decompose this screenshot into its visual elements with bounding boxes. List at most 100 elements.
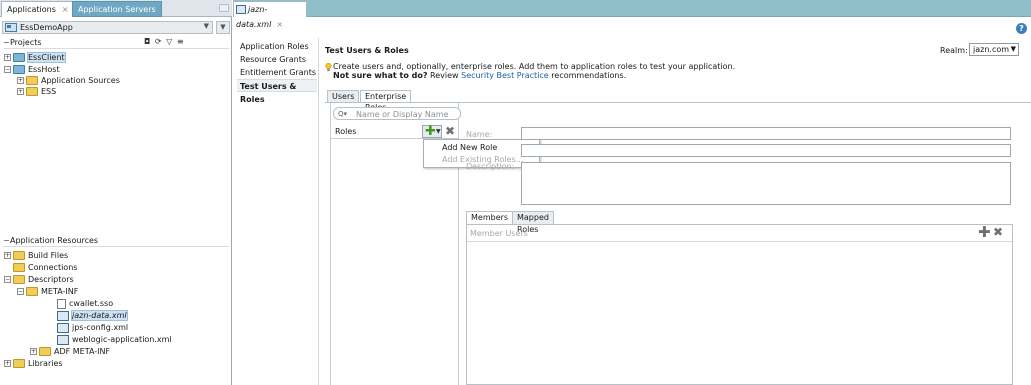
page-title: Test Users & Roles [325, 46, 409, 55]
help-icon[interactable]: ? [1016, 23, 1027, 34]
collapse-icon: − [3, 38, 10, 47]
menu-item-add-new-role[interactable]: Add New Role [442, 143, 497, 152]
folder-icon [26, 87, 38, 96]
expand-icon[interactable]: + [17, 77, 24, 84]
best-practice-hint: Not sure what to do? Review Security Bes… [333, 71, 626, 80]
tree-node-esshost[interactable]: − EssHost [4, 64, 60, 75]
xml-file-icon [57, 334, 69, 345]
add-icon: ✚ [425, 124, 436, 139]
chevron-down-icon: ▼ [1010, 45, 1016, 53]
tree-node-jps-config[interactable]: jps-config.xml [57, 322, 128, 333]
tab-jazn-data-xml[interactable]: jazn-data.xml × [233, 1, 307, 29]
tree-node-connections[interactable]: Connections [13, 262, 77, 273]
tree-node-label: ESS [41, 87, 57, 96]
tab-applications[interactable]: Applications × [1, 1, 75, 17]
tree-node-meta-inf[interactable]: − META-INF [17, 286, 78, 297]
lightbulb-icon [325, 63, 332, 72]
realm-select-value: jazn.com [973, 45, 1010, 54]
divider [3, 48, 229, 49]
tab-application-servers[interactable]: Application Servers [72, 1, 162, 17]
xml-file-icon [236, 5, 246, 14]
tree-node-label: jazn-data.xml [71, 310, 128, 321]
tree-node-essclient[interactable]: + EssClient [4, 52, 66, 63]
role-display-name-field[interactable] [521, 144, 1011, 157]
tree-node-ess[interactable]: + ESS [17, 86, 56, 97]
folder-icon [39, 347, 51, 356]
collapse-icon[interactable]: − [4, 66, 11, 73]
minimize-icon[interactable] [219, 4, 229, 12]
add-member-button[interactable]: ✚ [978, 223, 991, 241]
add-role-button[interactable]: ✚ ▼ [422, 124, 442, 139]
role-search-placeholder: Name or Display Name [356, 110, 449, 119]
tree-node-jazn-data[interactable]: jazn-data.xml [57, 310, 128, 321]
tree-node-label: META-INF [41, 287, 79, 296]
sync-icon[interactable]: ⟳ [155, 37, 163, 46]
xml-file-icon [57, 322, 69, 333]
nav-item-test-users-roles[interactable]: Test Users & Roles [237, 79, 317, 104]
collapse-icon[interactable]: − [4, 276, 11, 283]
hint-text: Review [430, 71, 459, 80]
expand-icon[interactable]: + [4, 54, 11, 61]
close-icon[interactable]: × [276, 20, 283, 29]
member-users-header: Member Users [470, 229, 528, 238]
hint-bold: Not sure what to do? [333, 71, 428, 80]
folder-icon [26, 76, 38, 85]
role-description-field[interactable] [521, 162, 1011, 205]
projects-header-label: Projects [10, 38, 42, 47]
collapse-icon[interactable]: − [17, 288, 24, 295]
close-icon[interactable]: × [62, 5, 69, 14]
tree-node-application-sources[interactable]: + Application Sources [17, 75, 120, 86]
project-icon [13, 65, 25, 74]
realm-label: Realm: [940, 46, 968, 55]
expand-icon[interactable]: + [30, 348, 37, 355]
divider [467, 241, 1012, 242]
security-best-practice-link[interactable]: Security Best Practice [461, 71, 549, 80]
tab-application-servers-label: Application Servers [78, 5, 156, 14]
tab-mapped-roles[interactable]: Mapped Roles [512, 211, 554, 234]
application-selector[interactable]: EssDemoApp ▼ [2, 21, 213, 34]
expand-icon[interactable]: + [4, 360, 11, 367]
role-search-input[interactable]: Q▾ Name or Display Name [333, 107, 461, 120]
projects-toolbar: ◘ ⟳ ▽ ≡ [144, 37, 185, 46]
tree-node-weblogic-application[interactable]: weblogic-application.xml [57, 334, 172, 345]
realm-select[interactable]: jazn.com ▼ [969, 43, 1019, 56]
section-nav: Application Roles Resource Grants Entitl… [237, 40, 317, 104]
tree-node-descriptors[interactable]: − Descriptors [4, 274, 74, 285]
tab-members[interactable]: Members [466, 211, 514, 224]
nav-item-resource-grants[interactable]: Resource Grants [237, 53, 317, 66]
editor-tab-bar: jazn-data.xml × [233, 0, 1031, 29]
search-icon: Q▾ [338, 110, 348, 118]
hint-suffix: recommendations. [551, 71, 627, 80]
menu-icon[interactable]: ≡ [177, 37, 185, 46]
application-resources-header[interactable]: −Application Resources [3, 235, 98, 246]
chevron-down-icon: ▼ [203, 22, 209, 30]
name-label: Name: [466, 130, 493, 139]
tree-node-libraries[interactable]: + Libraries [4, 358, 63, 369]
projects-section-header[interactable]: −Projects [3, 37, 42, 48]
application-menu-button[interactable]: ▼ [216, 21, 230, 34]
tree-node-cwallet[interactable]: cwallet.sso [57, 298, 113, 309]
nav-item-application-roles[interactable]: Application Roles [237, 40, 317, 53]
role-name-field[interactable] [521, 127, 1011, 140]
tree-node-label: EssHost [28, 65, 60, 74]
tab-users[interactable]: Users [327, 90, 360, 102]
expand-icon[interactable]: + [17, 88, 24, 95]
divider [3, 246, 229, 247]
filter-icon[interactable]: ◘ [144, 37, 151, 46]
divider [318, 38, 319, 385]
delete-role-button[interactable]: ✖ [445, 124, 455, 138]
expand-icon[interactable]: + [4, 252, 11, 259]
members-panel [466, 224, 1013, 385]
tree-node-build-files[interactable]: + Build Files [4, 250, 68, 261]
tree-node-label: jps-config.xml [72, 323, 129, 332]
delete-member-button[interactable]: ✖ [993, 225, 1003, 239]
tree-node-adf-meta-inf[interactable]: + ADF META-INF [30, 346, 110, 357]
tree-node-label: Libraries [28, 359, 63, 368]
nav-item-entitlement-grants[interactable]: Entitlement Grants [237, 66, 317, 79]
navigator-tab-bar: Applications × Application Servers [0, 0, 232, 17]
folder-icon [13, 263, 25, 272]
funnel-icon[interactable]: ▽ [166, 37, 173, 46]
tree-node-label: ADF META-INF [54, 347, 111, 356]
collapse-icon: − [3, 236, 10, 245]
page-description: Create users and, optionally, enterprise… [333, 62, 736, 71]
